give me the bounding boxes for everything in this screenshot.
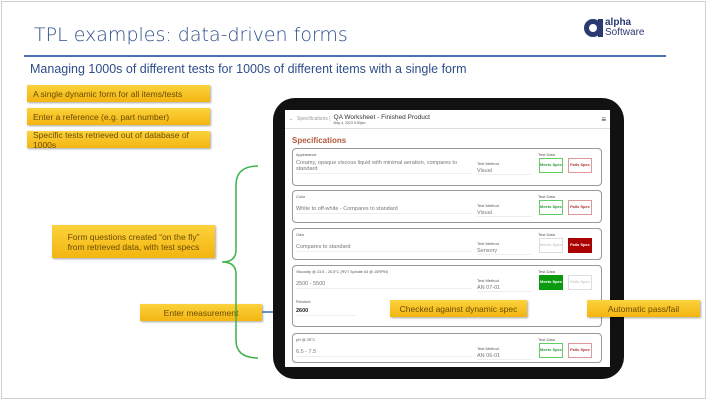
fails-spec-button[interactable]: Fails Spec: [568, 200, 592, 215]
test-method-label: Test Method: [477, 278, 499, 283]
test-data-label: Test Data: [538, 152, 555, 157]
test-method-value: Visual: [477, 168, 532, 175]
test-data-label: Test Data: [538, 232, 555, 237]
form-date: May 4, 2023 9:30pm: [333, 120, 366, 125]
fails-spec-button[interactable]: Fails Spec: [568, 343, 592, 358]
test-method-value: AN 07-01: [477, 285, 532, 292]
fails-spec-button[interactable]: Fails Spec: [568, 158, 592, 173]
spec-label: Odor: [296, 233, 305, 237]
app-header: ← Specifications | QA Worksheet - Finish…: [285, 110, 610, 129]
spec-value: 6.5 - 7.5: [296, 345, 472, 357]
spec-label: Viscosity @ 23.5 - 26.5°C (RVT Spindle #…: [296, 270, 388, 274]
meets-spec-button[interactable]: Meets Spec: [539, 158, 563, 173]
form-title: QA Worksheet - Finished Product: [333, 113, 430, 121]
meets-spec-button[interactable]: Meets Spec: [539, 343, 563, 358]
meets-spec-button[interactable]: Meets Spec: [539, 200, 563, 215]
spec-value: Creamy, opaque viscous liquid with minim…: [296, 160, 472, 174]
test-data-label: Test Data: [538, 337, 555, 342]
finished-label: Finished: [296, 300, 311, 304]
meets-spec-button[interactable]: Meets Spec: [539, 238, 563, 253]
callout-checked-spec: Checked against dynamic spec: [390, 300, 527, 317]
test-method-label: Test Method: [477, 346, 499, 351]
test-method-label: Test Method: [477, 203, 499, 208]
section-title: Specifications: [292, 136, 347, 145]
spec-label: pH @ 25°C: [296, 338, 316, 342]
spec-value: Compares to standard: [296, 240, 472, 252]
app-screen: ← Specifications | QA Worksheet - Finish…: [285, 110, 610, 367]
test-data-label: Test Data: [538, 194, 555, 199]
spec-value: 2500 - 5500: [296, 277, 472, 289]
breadcrumb[interactable]: Specifications |: [297, 116, 331, 122]
spec-label: Color: [296, 195, 306, 199]
callout-pass-fail: Automatic pass/fail: [587, 300, 700, 317]
finished-input[interactable]: 2600: [296, 308, 356, 316]
spec-card: Viscosity @ 23.5 - 26.5°C (RVT Spindle #…: [292, 265, 602, 327]
spec-label: Appearance: [296, 153, 317, 157]
menu-icon[interactable]: ≡: [601, 115, 606, 124]
fails-spec-button[interactable]: Fails Spec: [568, 275, 592, 290]
test-method-value: Sensory: [477, 248, 532, 255]
test-method-value: Visual: [477, 210, 532, 217]
spec-card: pH @ 25°C 6.5 - 7.5 Test Method AN 06-01…: [292, 333, 602, 363]
test-method-value: AN 06-01: [477, 353, 532, 360]
spec-card: Color White to off-white - Compares to s…: [292, 190, 602, 223]
spec-card: Appearance Creamy, opaque viscous liquid…: [292, 148, 602, 186]
test-data-label: Test Data: [538, 269, 555, 274]
spec-value: White to off-white - Compares to standar…: [296, 202, 472, 214]
spec-card: Odor Compares to standard Test Method Se…: [292, 228, 602, 260]
test-method-label: Test Method: [477, 241, 499, 246]
test-method-label: Test Method: [477, 161, 499, 166]
meets-spec-button[interactable]: Meets Spec: [539, 275, 563, 290]
back-icon[interactable]: ←: [289, 116, 294, 122]
fails-spec-button[interactable]: Fails Spec: [568, 238, 592, 253]
